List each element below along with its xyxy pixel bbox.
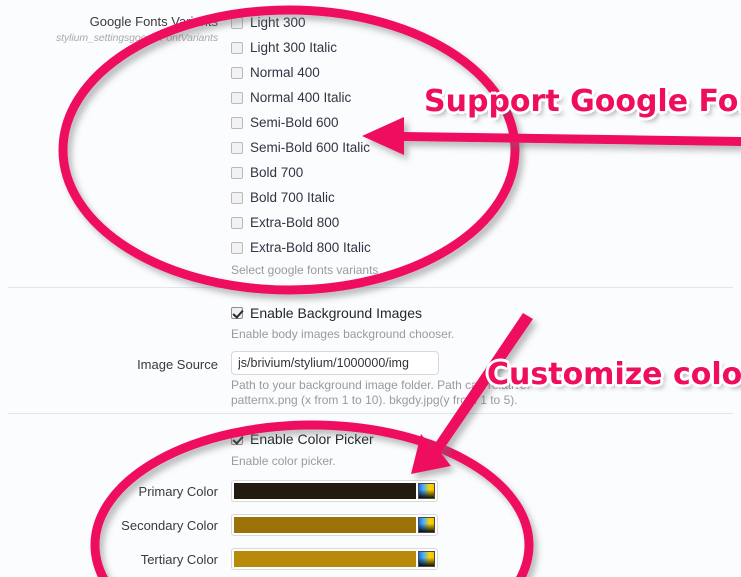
font-variant-row[interactable]: Extra-Bold 800 <box>231 210 371 235</box>
font-variant-label: Light 300 Italic <box>250 40 338 55</box>
font-variant-checkbox[interactable] <box>231 66 243 79</box>
font-variant-row[interactable]: Light 300 Italic <box>231 35 371 60</box>
google-fonts-variants-help: Select google fonts variants <box>231 263 379 277</box>
font-variant-checkbox[interactable] <box>231 216 243 229</box>
font-variant-row[interactable]: Bold 700 <box>231 160 371 185</box>
font-variant-checkbox[interactable] <box>231 41 243 54</box>
enable-background-images-help: Enable body images background chooser. <box>231 327 455 341</box>
font-variant-label: Normal 400 <box>250 65 320 80</box>
font-variant-checkbox-list: Light 300 Light 300 Italic Normal 400 Norma… <box>231 10 371 260</box>
image-source-help: Path to your background image folder. Pa… <box>231 378 530 407</box>
font-variant-row[interactable]: Bold 700 Italic <box>231 185 371 210</box>
font-variant-label: Light 300 <box>250 15 306 30</box>
color-wheel-icon[interactable] <box>418 483 435 499</box>
settings-screenshot: Google Fonts Variants stylium_settingsgo… <box>0 0 741 577</box>
enable-color-picker-checkbox[interactable] <box>231 432 243 445</box>
color-picker-control[interactable] <box>231 548 438 570</box>
label-main: Google Fonts Variants <box>89 14 218 29</box>
font-variant-checkbox[interactable] <box>231 116 243 129</box>
color-wheel-icon[interactable] <box>418 551 435 567</box>
font-variant-row[interactable]: Normal 400 Italic <box>231 85 371 110</box>
font-variant-label: Extra-Bold 800 <box>250 215 340 230</box>
font-variant-row[interactable]: Normal 400 <box>231 60 371 85</box>
font-variant-label: Semi-Bold 600 <box>250 115 339 130</box>
color-row-label: Primary Color <box>138 484 218 499</box>
font-variant-row[interactable]: Semi-Bold 600 <box>231 110 371 135</box>
enable-color-picker-help: Enable color picker. <box>231 454 336 468</box>
font-variant-label: Extra-Bold 800 Italic <box>250 240 371 255</box>
google-fonts-variants-label: Google Fonts Variants stylium_settingsgo… <box>0 14 218 46</box>
font-variant-checkbox[interactable] <box>231 91 243 104</box>
callout-support-google-font: Support Google Font <box>424 84 741 119</box>
font-variant-label: Normal 400 Italic <box>250 90 352 105</box>
color-swatch[interactable] <box>234 517 416 533</box>
enable-background-images-row[interactable]: Enable Background Images <box>231 300 422 325</box>
section-divider-2 <box>8 413 733 414</box>
font-variant-label: Semi-Bold 600 Italic <box>250 140 371 155</box>
enable-color-picker-row[interactable]: Enable Color Picker <box>231 426 374 451</box>
font-variant-label: Bold 700 Italic <box>250 190 335 205</box>
color-swatch[interactable] <box>234 551 416 567</box>
image-source-label: Image Source <box>137 357 218 372</box>
font-variant-row[interactable]: Extra-Bold 800 Italic <box>231 235 371 260</box>
arrow-to-font-variants <box>362 117 741 155</box>
color-row-label: Tertiary Color <box>140 552 218 567</box>
enable-background-images-checkbox[interactable] <box>231 306 243 319</box>
color-picker-control[interactable] <box>231 514 438 536</box>
enable-background-images-label: Enable Background Images <box>250 304 422 321</box>
section-divider-1 <box>8 287 733 288</box>
font-variant-row[interactable]: Semi-Bold 600 Italic <box>231 135 371 160</box>
color-wheel-icon[interactable] <box>418 517 435 533</box>
callout-customize-color: Customize color <box>487 357 741 392</box>
font-variant-checkbox[interactable] <box>231 166 243 179</box>
font-variant-checkbox[interactable] <box>231 241 243 254</box>
color-swatch[interactable] <box>234 483 416 499</box>
image-source-input[interactable] <box>231 351 439 375</box>
label-setting-key: stylium_settingsgoogleFontVariants <box>56 32 218 44</box>
font-variant-label: Bold 700 <box>250 165 304 180</box>
color-picker-control[interactable] <box>231 480 438 502</box>
font-variant-row[interactable]: Light 300 <box>231 10 371 35</box>
font-variant-checkbox[interactable] <box>231 16 243 29</box>
enable-color-picker-label: Enable Color Picker <box>250 430 374 447</box>
font-variant-checkbox[interactable] <box>231 141 243 154</box>
color-row-label: Secondary Color <box>121 518 218 533</box>
font-variant-checkbox[interactable] <box>231 191 243 204</box>
